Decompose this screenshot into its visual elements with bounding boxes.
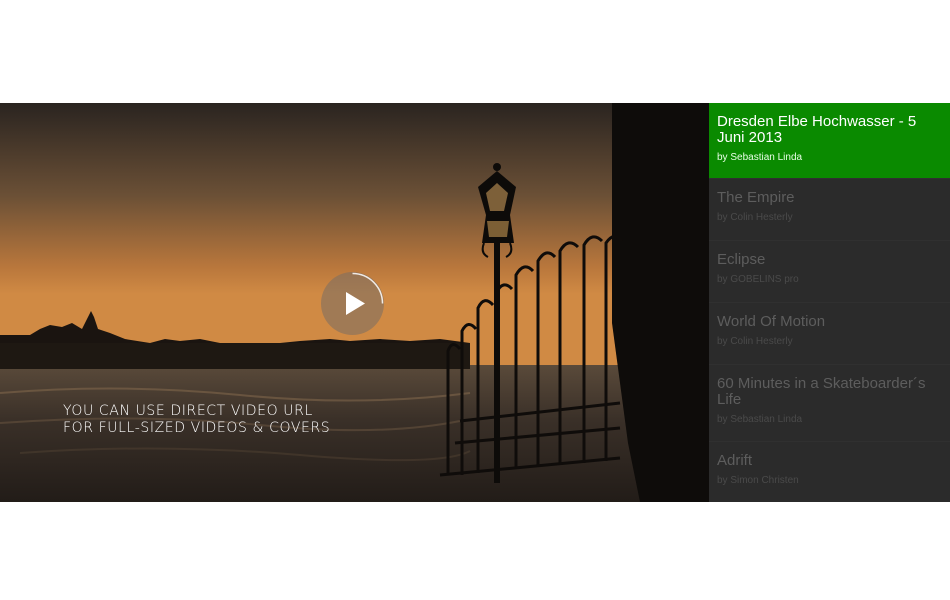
video-player[interactable]: You can use direct video URL for full-si… bbox=[0, 103, 709, 502]
playlist-item-dresden[interactable]: Dresden Elbe Hochwasser - 5 Juni 2013 by… bbox=[709, 103, 950, 179]
playlist-item-author: by Simon Christen bbox=[717, 475, 799, 486]
caption-line-2: for full-sized videos & covers bbox=[63, 420, 331, 436]
video-gallery: You can use direct video URL for full-si… bbox=[0, 103, 950, 502]
playlist-item-the-empire[interactable]: The Empire by Colin Hesterly bbox=[709, 179, 950, 241]
playlist-item-author: by Sebastian Linda bbox=[717, 152, 803, 163]
playlist-item-title: World Of Motion bbox=[717, 313, 826, 330]
playlist-item-adrift[interactable]: Adrift by Simon Christen bbox=[709, 442, 950, 502]
play-button[interactable] bbox=[321, 272, 384, 335]
playlist-item-author: by GOBELINS pro bbox=[717, 274, 799, 285]
playlist-item-title: The Empire bbox=[717, 189, 795, 206]
playlist-item-author: by Colin Hesterly bbox=[717, 212, 793, 223]
play-icon bbox=[346, 272, 384, 315]
playlist-item-title: Adrift bbox=[717, 452, 753, 469]
playlist-item-title: 60 Minutes in a Skateboarder´s Life bbox=[717, 375, 926, 408]
video-caption: You can use direct video URL for full-si… bbox=[63, 403, 330, 437]
playlist-item-60-minutes[interactable]: 60 Minutes in a Skateboarder´s Life by S… bbox=[709, 365, 950, 442]
playlist-item-title: Dresden Elbe Hochwasser - 5 Juni 2013 bbox=[717, 113, 917, 146]
video-playlist: Dresden Elbe Hochwasser - 5 Juni 2013 by… bbox=[709, 103, 950, 502]
caption-line-1: You can use direct video URL bbox=[63, 403, 313, 419]
playlist-item-world-of-motion[interactable]: World Of Motion by Colin Hesterly bbox=[709, 303, 950, 365]
playlist-item-title: Eclipse bbox=[717, 251, 766, 268]
playlist-item-eclipse[interactable]: Eclipse by GOBELINS pro bbox=[709, 241, 950, 303]
playlist-item-author: by Sebastian Linda bbox=[717, 414, 803, 425]
playlist-item-author: by Colin Hesterly bbox=[717, 336, 793, 347]
